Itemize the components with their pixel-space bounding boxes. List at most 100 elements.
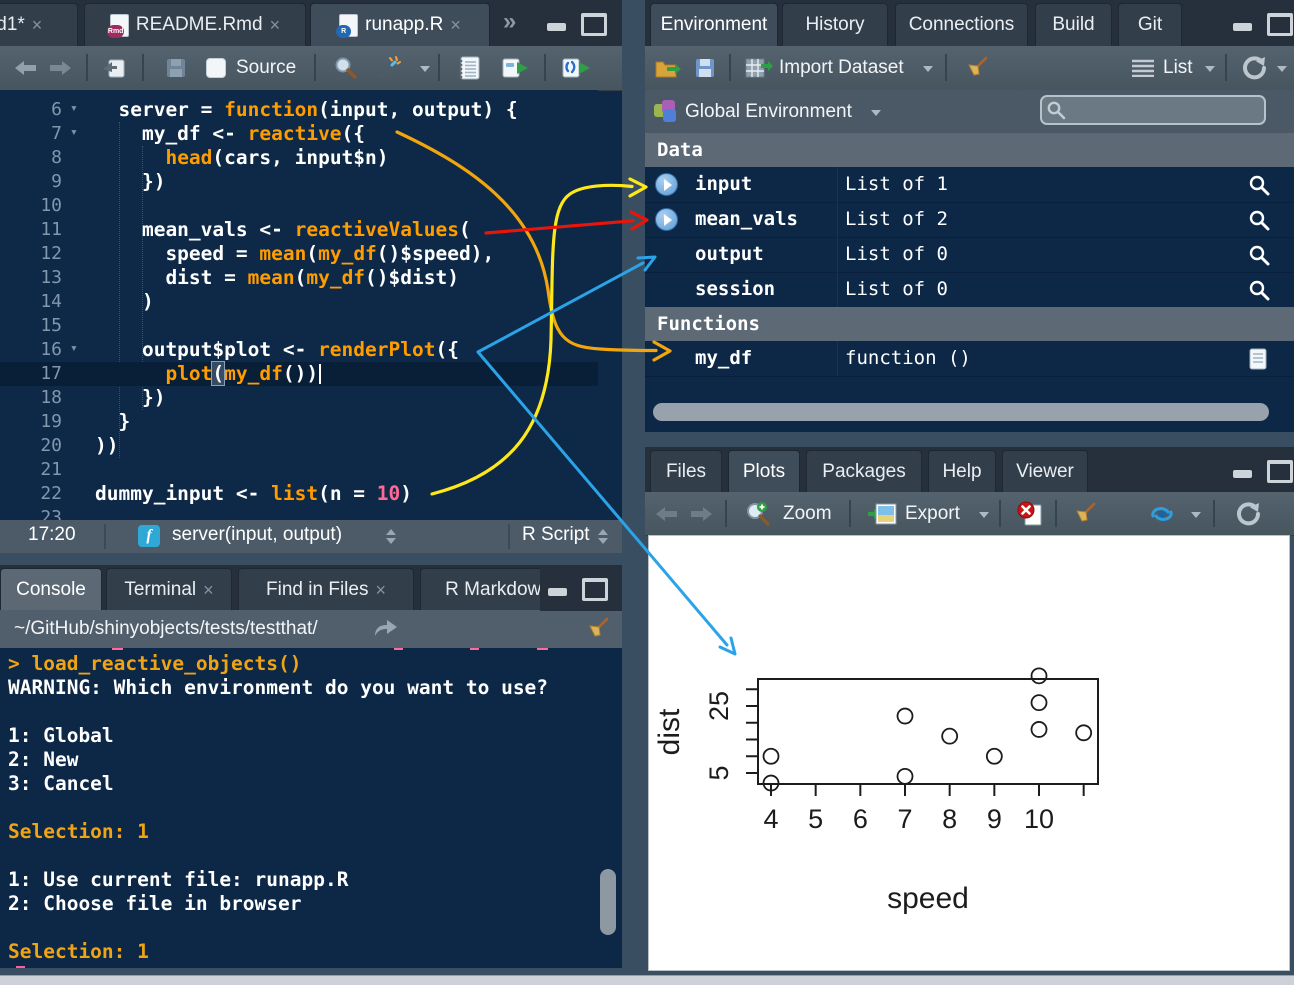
tab-packages[interactable]: Packages [806,450,922,493]
minimize-pane-button[interactable] [546,578,571,597]
chevron-down-icon[interactable] [923,66,933,72]
environment-hscrollbar-track[interactable] [645,400,1294,424]
console-output-line: 2: Choose file in browser [8,892,592,916]
previous-plot-icon[interactable] [655,506,679,522]
save-workspace-icon[interactable] [695,58,715,78]
console-output-area[interactable]: > load_reactive_objects()WARNING: Which … [0,648,622,968]
tab-ed1[interactable]: ed1*× [0,3,78,46]
console-command-line: > load_reactive_objects() [8,652,592,676]
minimize-pane-button[interactable] [1231,13,1256,32]
minimize-pane-button[interactable] [1231,460,1256,479]
refresh-plot-icon[interactable] [1235,501,1261,527]
refresh-icon[interactable] [1241,55,1267,81]
environment-row-my-df[interactable]: my_dffunction () [645,341,1294,377]
next-plot-icon[interactable] [689,506,713,522]
maximize-pane-button[interactable] [1265,460,1290,479]
environment-search-input[interactable] [1040,95,1266,125]
remove-plot-icon[interactable] [1017,501,1043,527]
tab-git[interactable]: Git [1118,3,1182,46]
environment-scope-label[interactable]: Global Environment [685,101,852,123]
more-tabs-icon[interactable]: » [503,8,514,36]
code-tools-wand-icon[interactable] [376,55,402,81]
open-in-new-window-icon[interactable] [102,57,126,79]
inspect-magnifier-icon[interactable] [1248,279,1270,301]
chevron-down-icon[interactable] [1205,66,1215,72]
environment-hscrollbar-thumb[interactable] [653,403,1269,421]
chevron-down-icon[interactable] [1277,66,1287,72]
fold-arrow-icon[interactable]: ▾ [70,97,78,121]
forward-icon[interactable] [48,60,72,76]
function-scope-label[interactable]: server(input, output) [172,524,342,546]
chevron-down-icon[interactable] [871,110,881,116]
minimize-pane-button[interactable] [545,13,570,32]
load-workspace-folder-icon[interactable] [655,57,683,79]
expand-arrow-icon[interactable] [655,173,678,196]
view-function-icon[interactable] [1248,348,1270,370]
list-view-icon[interactable] [1131,59,1155,77]
editor-status-bar: 17:20 f server(input, output) R Script [0,520,622,553]
close-icon[interactable]: × [203,581,214,599]
tab-help[interactable]: Help [928,450,996,493]
export-plot-label[interactable]: Export [905,503,960,525]
chevron-down-icon[interactable] [1191,512,1201,518]
goto-directory-icon[interactable] [372,619,398,639]
console-scrollbar-thumb[interactable] [600,869,616,935]
chevron-down-icon[interactable] [420,66,430,72]
environment-tab-bar: EnvironmentHistoryConnectionsBuildGit [645,0,1294,46]
tab-history[interactable]: History [782,3,888,46]
run-icon[interactable] [502,57,530,79]
tab-environment[interactable]: Environment [650,3,778,46]
save-icon[interactable] [166,58,186,78]
tab-readme-rmd[interactable]: RmdREADME.Rmd× [84,3,306,46]
tab-find-in-files[interactable]: Find in Files× [238,568,414,611]
clear-environment-broom-icon[interactable] [965,56,989,80]
tab-build[interactable]: Build [1035,3,1112,46]
tab-terminal[interactable]: Terminal× [106,568,232,611]
file-type-label[interactable]: R Script [522,524,590,546]
zoom-plot-icon[interactable] [745,501,771,527]
environment-row-mean-vals[interactable]: mean_valsList of 2 [645,202,1294,238]
chevron-down-icon[interactable] [979,512,989,518]
import-dataset-icon[interactable] [745,58,773,78]
line-number: 21 [0,458,62,482]
maximize-pane-button[interactable] [579,13,604,32]
zoom-plot-label[interactable]: Zoom [783,503,832,525]
close-icon[interactable]: × [450,16,461,34]
inspect-magnifier-icon[interactable] [1248,174,1270,196]
export-plot-icon[interactable] [867,502,897,526]
environment-row-input[interactable]: inputList of 1 [645,167,1294,203]
import-dataset-label[interactable]: Import Dataset [779,57,904,79]
fold-arrow-icon[interactable]: ▾ [70,121,78,145]
environment-row-output[interactable]: outputList of 0 [645,237,1294,273]
inspect-magnifier-icon[interactable] [1248,209,1270,231]
environment-row-session[interactable]: sessionList of 0 [645,272,1294,308]
tab-viewer[interactable]: Viewer [1002,450,1088,493]
tab-connections[interactable]: Connections [895,3,1028,46]
back-icon[interactable] [14,60,38,76]
clear-console-broom-icon[interactable] [586,617,610,641]
close-icon[interactable]: × [270,16,281,34]
tab-console[interactable]: Console [0,568,102,611]
tab-runapp-r[interactable]: Rrunapp.R× [310,3,490,46]
publish-icon[interactable] [1147,504,1177,524]
find-replace-icon[interactable] [334,56,358,80]
code-line-10: 10 [0,194,598,218]
console-output-line: 3: Cancel [8,772,592,796]
clipped-text-mark [537,648,548,650]
inspect-magnifier-icon[interactable] [1248,244,1270,266]
maximize-pane-button[interactable] [580,578,605,597]
close-icon[interactable]: × [32,16,43,34]
code-editor-area[interactable]: 6▾ server = function(input, output) {7▾ … [0,90,598,520]
tab-files[interactable]: Files [650,450,722,493]
source-script-icon[interactable] [562,57,592,79]
tab-plots[interactable]: Plots [728,450,800,493]
expand-arrow-icon[interactable] [655,208,678,231]
list-view-label[interactable]: List [1163,57,1193,79]
compile-notebook-icon[interactable] [458,56,480,80]
close-icon[interactable]: × [375,581,386,599]
fold-arrow-icon[interactable]: ▾ [70,337,78,361]
source-on-save-checkbox[interactable] [206,58,226,78]
line-number: 12 [0,242,62,266]
clear-plots-broom-icon[interactable] [1073,502,1097,526]
maximize-pane-button[interactable] [1265,13,1290,32]
